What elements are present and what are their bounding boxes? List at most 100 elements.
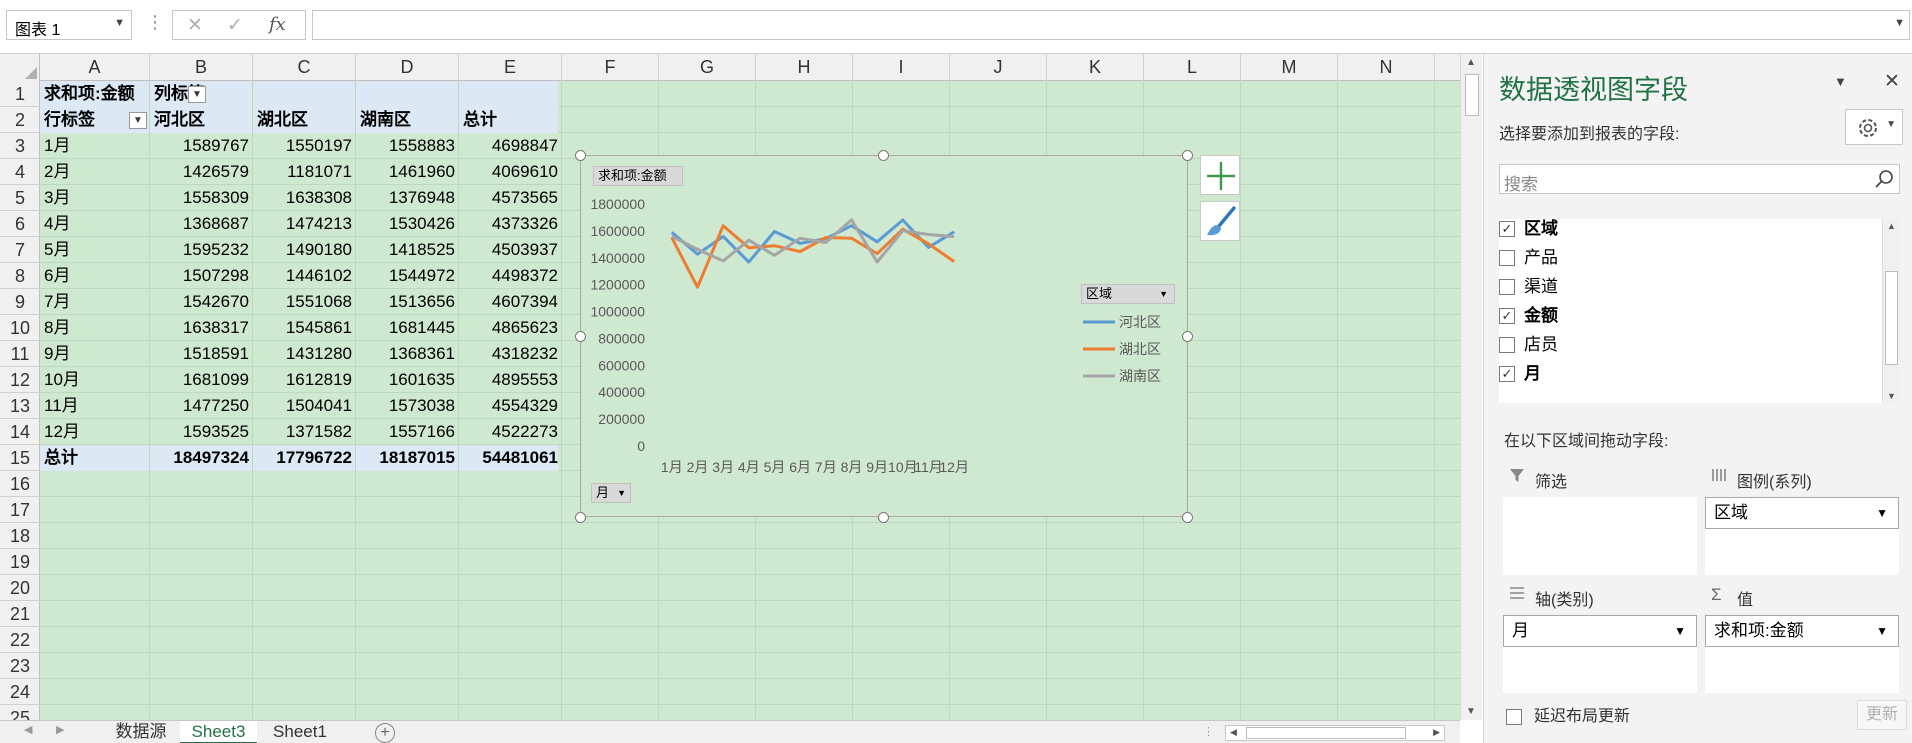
field-item-5[interactable]: ✓ 月: [1499, 360, 1541, 388]
column-header-d[interactable]: D: [356, 54, 459, 81]
column-header-l[interactable]: L: [1144, 54, 1241, 81]
pivot-column-header[interactable]: 湖北区: [253, 107, 356, 133]
pivot-value-cell[interactable]: 1461960: [356, 159, 459, 185]
field-item-0[interactable]: ✓ 区域: [1499, 215, 1558, 243]
row-filter-button[interactable]: ▼: [129, 112, 147, 129]
pivot-row-label[interactable]: 5月: [40, 237, 150, 263]
field-search-input[interactable]: 搜索: [1499, 164, 1900, 194]
pivot-value-cell[interactable]: 1573038: [356, 393, 459, 419]
pivot-row-label[interactable]: 8月: [40, 315, 150, 341]
defer-checkbox[interactable]: [1506, 709, 1522, 725]
pivot-value-cell[interactable]: 1446102: [253, 263, 356, 289]
pivot-row-label[interactable]: 2月: [40, 159, 150, 185]
column-header-e[interactable]: E: [459, 54, 562, 81]
pivot-value-cell[interactable]: 1376948: [356, 185, 459, 211]
pivot-value-cell[interactable]: 1681445: [356, 315, 459, 341]
pivot-value-cell[interactable]: 1550197: [253, 133, 356, 159]
pivot-value-cell[interactable]: 1504041: [253, 393, 356, 419]
pivot-value-cell[interactable]: 1368361: [356, 341, 459, 367]
update-button[interactable]: 更新: [1857, 700, 1907, 730]
pivot-value-cell[interactable]: 1558309: [150, 185, 253, 211]
checkbox-unchecked-icon[interactable]: [1499, 250, 1515, 266]
pivot-value-cell[interactable]: 1513656: [356, 289, 459, 315]
pivot-row-label[interactable]: 9月: [40, 341, 150, 367]
row-header-16[interactable]: 16: [0, 471, 40, 497]
pivot-value-cell[interactable]: 1681099: [150, 367, 253, 393]
pivot-value-cell[interactable]: 1518591: [150, 341, 253, 367]
pane-options-chevron-icon[interactable]: ▼: [1834, 74, 1847, 89]
checkbox-checked-icon[interactable]: ✓: [1499, 366, 1515, 382]
legend-field-item[interactable]: 区域 ▼: [1705, 497, 1899, 529]
pivot-row-label[interactable]: 10月: [40, 367, 150, 393]
pivot-value-cell[interactable]: 4498372: [459, 263, 562, 289]
pivot-row-label[interactable]: 4月: [40, 211, 150, 237]
tab-prev-icon[interactable]: ◀: [24, 723, 32, 736]
pivot-value-cell[interactable]: 4698847: [459, 133, 562, 159]
pivot-grand-total-cell[interactable]: 17796722: [253, 445, 356, 471]
scroll-down-icon[interactable]: ▼: [1466, 706, 1476, 717]
pivot-value-cell[interactable]: 4573565: [459, 185, 562, 211]
checkbox-checked-icon[interactable]: ✓: [1499, 221, 1515, 237]
row-header-24[interactable]: 24: [0, 679, 40, 705]
column-header-c[interactable]: C: [253, 54, 356, 81]
vertical-scrollbar[interactable]: ▲ ▼: [1460, 54, 1482, 720]
row-header-3[interactable]: 3: [0, 133, 40, 159]
filter-drop-area[interactable]: [1503, 497, 1697, 575]
row-header-2[interactable]: 2: [0, 107, 40, 133]
column-header-j[interactable]: J: [950, 54, 1047, 81]
field-item-2[interactable]: 渠道: [1499, 273, 1558, 301]
row-header-4[interactable]: 4: [0, 159, 40, 185]
resize-handle[interactable]: [1182, 512, 1193, 523]
pivot-value-cell[interactable]: 1544972: [356, 263, 459, 289]
pivot-value-cell[interactable]: 1426579: [150, 159, 253, 185]
pivot-column-header[interactable]: 湖南区: [356, 107, 459, 133]
row-header-1[interactable]: 1: [0, 81, 40, 107]
column-header-i[interactable]: I: [853, 54, 950, 81]
resize-handle[interactable]: [1182, 331, 1193, 342]
field-layout-button[interactable]: ▼: [1845, 109, 1903, 145]
column-header-h[interactable]: H: [756, 54, 853, 81]
column-header-k[interactable]: K: [1047, 54, 1144, 81]
pivot-value-cell[interactable]: 1418525: [356, 237, 459, 263]
row-header-10[interactable]: 10: [0, 315, 40, 341]
horizontal-scroll-thumb[interactable]: [1246, 727, 1406, 739]
pivot-value-cell[interactable]: 4069610: [459, 159, 562, 185]
chevron-down-icon[interactable]: ▼: [1674, 616, 1686, 646]
pivot-value-cell[interactable]: 1474213: [253, 211, 356, 237]
axis-field-button[interactable]: 月 ▼: [591, 483, 631, 503]
pivot-value-cell[interactable]: 1181071: [253, 159, 356, 185]
column-header-m[interactable]: M: [1241, 54, 1338, 81]
tab-split-icon[interactable]: ⋮: [1203, 725, 1214, 738]
value-field-button[interactable]: 求和项:金额: [593, 166, 683, 186]
tab-sheet3[interactable]: Sheet3: [180, 721, 257, 743]
horizontal-scrollbar[interactable]: ◀ ▶: [1225, 725, 1445, 741]
pivot-value-cell[interactable]: 4503937: [459, 237, 562, 263]
checkbox-unchecked-icon[interactable]: [1499, 279, 1515, 295]
scroll-up-icon[interactable]: ▲: [1887, 221, 1896, 231]
row-header-11[interactable]: 11: [0, 341, 40, 367]
pivot-value-cell[interactable]: 4607394: [459, 289, 562, 315]
row-header-12[interactable]: 12: [0, 367, 40, 393]
vertical-scroll-thumb[interactable]: [1465, 74, 1479, 116]
pivot-row-label[interactable]: 11月: [40, 393, 150, 419]
add-sheet-icon[interactable]: +: [375, 723, 395, 743]
pivot-value-cell[interactable]: 1601635: [356, 367, 459, 393]
pivot-value-cell[interactable]: 4865623: [459, 315, 562, 341]
chevron-down-icon[interactable]: ▼: [1876, 498, 1888, 528]
row-header-20[interactable]: 20: [0, 575, 40, 601]
pivot-row-label[interactable]: 6月: [40, 263, 150, 289]
row-header-18[interactable]: 18: [0, 523, 40, 549]
resize-handle[interactable]: [878, 150, 889, 161]
pivot-row-label[interactable]: 12月: [40, 419, 150, 445]
row-header-8[interactable]: 8: [0, 263, 40, 289]
scroll-right-icon[interactable]: ▶: [1433, 727, 1440, 738]
field-item-3[interactable]: ✓ 金额: [1499, 302, 1558, 330]
row-header-14[interactable]: 14: [0, 419, 40, 445]
tab-sheet-datasource[interactable]: 数据源: [103, 721, 179, 743]
select-all-button[interactable]: [0, 54, 40, 81]
values-field-item[interactable]: 求和项:金额 ▼: [1705, 615, 1899, 647]
pivot-value-cell[interactable]: 1557166: [356, 419, 459, 445]
pivot-value-cell[interactable]: 4373326: [459, 211, 562, 237]
pivot-value-cell[interactable]: 1490180: [253, 237, 356, 263]
chart-styles-button[interactable]: [1200, 201, 1240, 241]
